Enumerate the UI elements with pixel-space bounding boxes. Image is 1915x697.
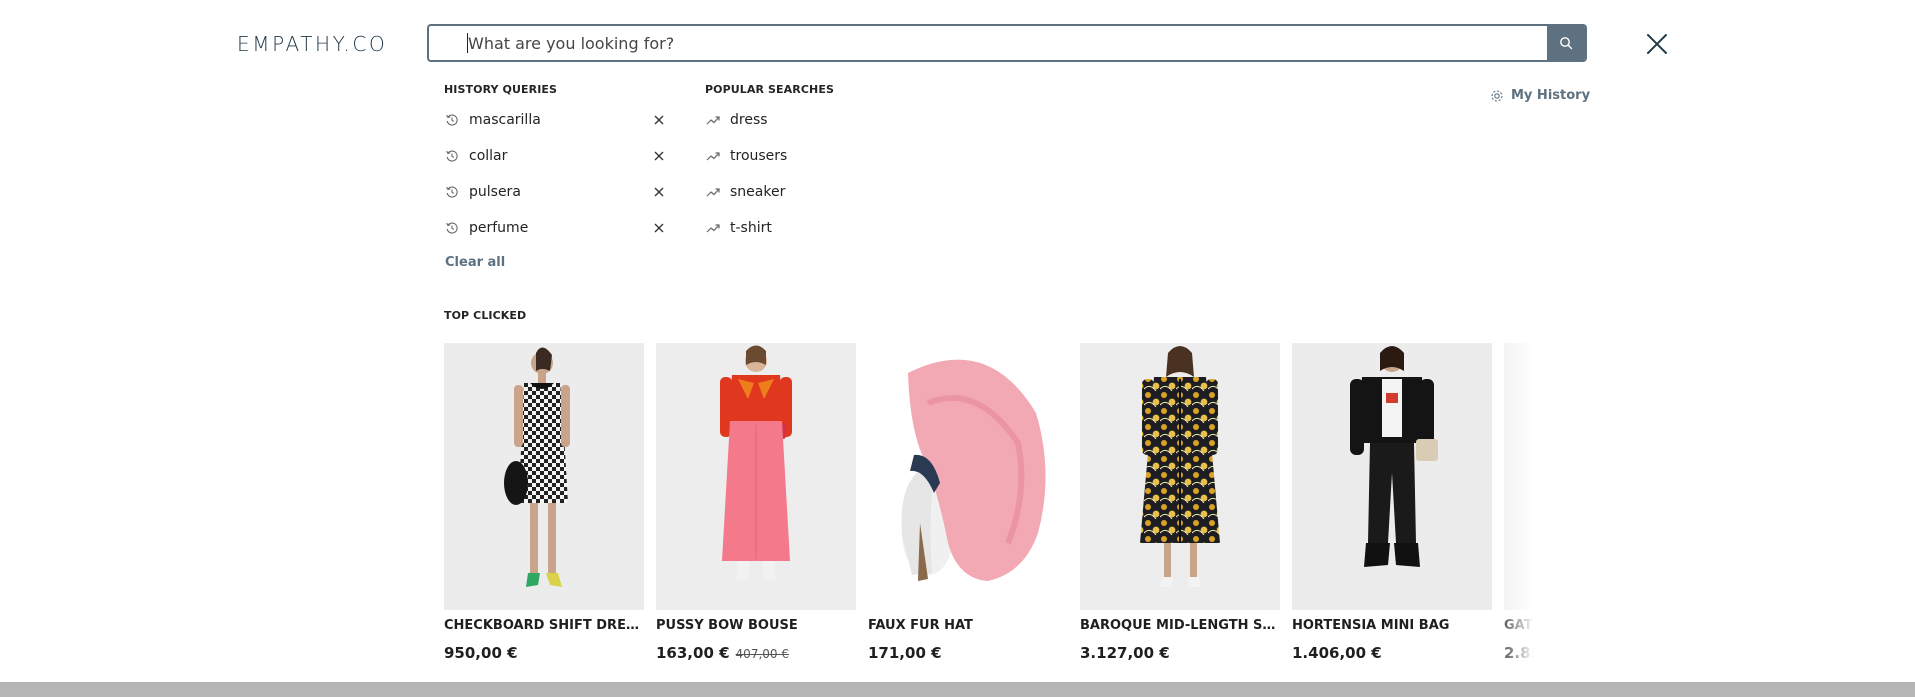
popular-search-label: trousers bbox=[730, 148, 788, 164]
popular-search-label: sneaker bbox=[730, 184, 786, 200]
product-current-price: 163,00 € bbox=[656, 644, 730, 662]
product-current-price: 2.850,00 € bbox=[1504, 644, 1552, 662]
carousel-track: CHECKBOARD SHIFT DRESS 950,00 € PUSSY BO… bbox=[444, 343, 1552, 664]
product-current-price: 3.127,00 € bbox=[1080, 644, 1170, 662]
product-price: 2.850,00 € bbox=[1504, 643, 1552, 663]
popular-searches-title: POPULAR SEARCHES bbox=[705, 83, 834, 96]
product-price: 163,00 € 407,00 € bbox=[656, 643, 856, 664]
history-item-label: collar bbox=[469, 148, 508, 164]
popular-searches-list: dress trousers sneaker t-shirt bbox=[706, 102, 906, 246]
remove-icon bbox=[654, 223, 664, 233]
clear-all-button[interactable]: Clear all bbox=[445, 255, 505, 270]
product-image bbox=[444, 343, 644, 610]
product-card[interactable]: PUSSY BOW BOUSE 163,00 € 407,00 € bbox=[656, 343, 856, 664]
product-card[interactable]: FAUX FUR HAT 171,00 € bbox=[868, 343, 1068, 664]
search-box bbox=[427, 24, 1587, 62]
top-clicked-title: TOP CLICKED bbox=[444, 309, 527, 322]
close-icon bbox=[1647, 34, 1667, 54]
product-current-price: 1.406,00 € bbox=[1292, 644, 1382, 662]
search-button[interactable] bbox=[1547, 26, 1585, 60]
product-name: BAROQUE MID-LENGTH SHIRT DRESS bbox=[1080, 618, 1280, 633]
trending-icon bbox=[706, 149, 720, 163]
history-item-label: perfume bbox=[469, 220, 529, 236]
product-card[interactable]: HORTENSIA MINI BAG 1.406,00 € bbox=[1292, 343, 1492, 664]
close-button[interactable] bbox=[1643, 30, 1671, 58]
product-price: 171,00 € bbox=[868, 643, 1068, 663]
trending-icon bbox=[706, 185, 720, 199]
text-caret bbox=[467, 33, 468, 53]
popular-search-item[interactable]: trousers bbox=[706, 138, 906, 174]
history-queries-list: mascarilla collar pulsera perfume bbox=[445, 102, 670, 246]
product-image bbox=[868, 343, 1068, 610]
history-icon bbox=[445, 221, 459, 235]
product-card[interactable]: GATE PRINT JACKET 2.850,00 € bbox=[1504, 343, 1552, 664]
trending-icon bbox=[706, 221, 720, 235]
search-input[interactable] bbox=[429, 26, 1547, 60]
product-name: FAUX FUR HAT bbox=[868, 618, 973, 633]
brand-logo-text: EMPATHY.CO bbox=[237, 32, 388, 56]
product-current-price: 950,00 € bbox=[444, 644, 518, 662]
remove-icon bbox=[654, 187, 664, 197]
gear-icon bbox=[1491, 89, 1503, 102]
product-current-price: 171,00 € bbox=[868, 644, 942, 662]
brand-logo[interactable]: EMPATHY.CO bbox=[237, 30, 387, 58]
popular-search-label: dress bbox=[730, 112, 768, 128]
popular-search-item[interactable]: t-shirt bbox=[706, 210, 906, 246]
product-price: 950,00 € bbox=[444, 643, 644, 663]
remove-icon bbox=[654, 115, 664, 125]
product-image bbox=[1080, 343, 1280, 610]
history-icon bbox=[445, 149, 459, 163]
product-name: GATE PRINT JACKET bbox=[1504, 618, 1552, 633]
popular-search-label: t-shirt bbox=[730, 220, 772, 236]
product-image bbox=[656, 343, 856, 610]
my-history-link[interactable]: My History bbox=[1490, 88, 1590, 103]
product-name: HORTENSIA MINI BAG bbox=[1292, 618, 1450, 633]
history-icon bbox=[445, 185, 459, 199]
product-card[interactable]: CHECKBOARD SHIFT DRESS 950,00 € bbox=[444, 343, 644, 664]
history-item-label: pulsera bbox=[469, 184, 521, 200]
product-image bbox=[1292, 343, 1492, 610]
history-item-label: mascarilla bbox=[469, 112, 541, 128]
history-item[interactable]: pulsera bbox=[445, 174, 670, 210]
product-image bbox=[1504, 343, 1552, 610]
history-item[interactable]: mascarilla bbox=[445, 102, 670, 138]
bottom-scroll-bar bbox=[0, 682, 1915, 697]
top-clicked-carousel[interactable]: CHECKBOARD SHIFT DRESS 950,00 € PUSSY BO… bbox=[444, 343, 1552, 673]
product-card[interactable]: BAROQUE MID-LENGTH SHIRT DRESS 3.127,00 … bbox=[1080, 343, 1280, 664]
my-history-label: My History bbox=[1511, 88, 1591, 103]
popular-search-item[interactable]: sneaker bbox=[706, 174, 906, 210]
history-queries-title: HISTORY QUERIES bbox=[444, 83, 558, 96]
history-item[interactable]: collar bbox=[445, 138, 670, 174]
product-name: PUSSY BOW BOUSE bbox=[656, 618, 798, 633]
popular-search-item[interactable]: dress bbox=[706, 102, 906, 138]
remove-icon bbox=[654, 151, 664, 161]
product-old-price: 407,00 € bbox=[735, 647, 789, 661]
trending-icon bbox=[706, 113, 720, 127]
product-name: CHECKBOARD SHIFT DRESS bbox=[444, 618, 644, 633]
product-price: 1.406,00 € bbox=[1292, 643, 1492, 663]
remove-history-button[interactable] bbox=[652, 149, 666, 163]
history-icon bbox=[445, 113, 459, 127]
history-item[interactable]: perfume bbox=[445, 210, 670, 246]
remove-history-button[interactable] bbox=[652, 113, 666, 127]
product-price: 3.127,00 € bbox=[1080, 643, 1280, 663]
remove-history-button[interactable] bbox=[652, 221, 666, 235]
search-icon bbox=[1560, 37, 1573, 50]
remove-history-button[interactable] bbox=[652, 185, 666, 199]
